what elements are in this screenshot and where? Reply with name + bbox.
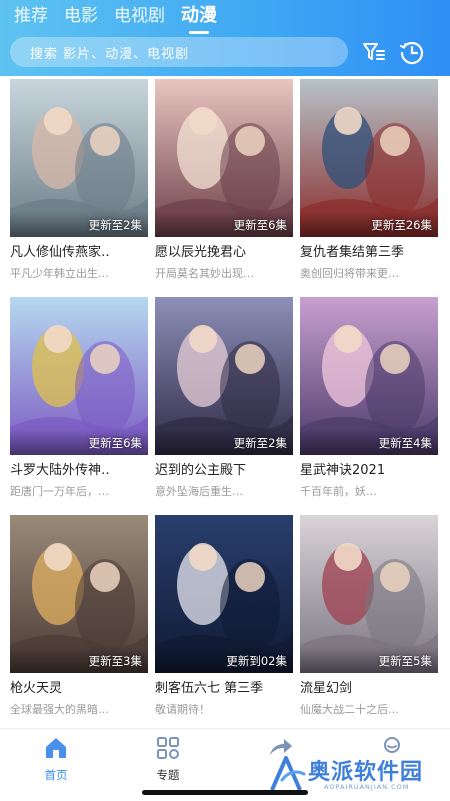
nav-topics[interactable]: 专题 xyxy=(133,735,203,783)
anime-description: 千百年前，妖… xyxy=(300,485,377,498)
anime-card[interactable]: 更新至6集愿以辰光挽君心开局莫名其妙出现… xyxy=(155,79,293,281)
anime-description: 仙魔大战二十之后… xyxy=(300,703,399,716)
anime-poster[interactable]: 更新至6集 xyxy=(10,297,148,455)
episode-badge: 更新至6集 xyxy=(233,218,287,232)
anime-card[interactable]: 更新至26集复仇者集结第三季奥创回归将带来更… xyxy=(300,79,438,281)
anime-title[interactable]: 枪火天灵 xyxy=(10,680,148,697)
anime-card[interactable]: 更新至6集斗罗大陆外传神‥ 距唐门一万年后，… xyxy=(10,297,148,499)
anime-poster[interactable]: 更新至5集 xyxy=(300,515,438,673)
anime-poster[interactable]: 更新至2集 xyxy=(155,297,293,455)
anime-poster[interactable]: 更新到02集 xyxy=(155,515,293,673)
anime-description: 敬请期待！ xyxy=(155,703,210,716)
anime-title[interactable]: 星武神诀2021 xyxy=(300,462,438,479)
anime-description: 平凡少年韩立出生… xyxy=(10,267,109,280)
anime-card[interactable]: 更新到02集刺客伍六七 第三季敬请期待！ xyxy=(155,515,293,717)
episode-badge: 更新至2集 xyxy=(233,436,287,450)
anime-description: 全球最强大的黑暗… xyxy=(10,703,109,716)
watermark-logo-icon xyxy=(270,756,306,791)
nav-home-label: 首页 xyxy=(44,768,68,782)
tab-tv-series[interactable]: 电视剧 xyxy=(114,3,165,31)
episode-badge: 更新至3集 xyxy=(88,654,142,668)
anime-card[interactable]: 更新至4集星武神诀2021 千百年前，妖… xyxy=(300,297,438,499)
anime-title[interactable]: 迟到的公主殿下 xyxy=(155,462,293,479)
tab-recommend[interactable]: 推荐 xyxy=(14,3,48,31)
episode-badge: 更新至5集 xyxy=(378,654,432,668)
search-input[interactable]: 搜索 影片、动漫、电视剧 xyxy=(10,37,348,67)
anime-description: 意外坠海后重生… xyxy=(155,485,243,498)
nav-home[interactable]: 首页 xyxy=(21,735,91,783)
watermark-text: 奥派软件园 xyxy=(308,760,424,785)
category-tabs: 推荐 电影 电视剧 动漫 xyxy=(14,3,217,34)
tab-anime[interactable]: 动漫 xyxy=(181,3,217,34)
episode-badge: 更新至2集 xyxy=(88,218,142,232)
tab-movies[interactable]: 电影 xyxy=(64,3,98,31)
episode-badge: 更新至6集 xyxy=(88,436,142,450)
filter-icon[interactable] xyxy=(360,38,388,66)
anime-description: 奥创回归将带来更… xyxy=(300,267,399,280)
search-placeholder: 搜索 影片、动漫、电视剧 xyxy=(30,46,190,62)
home-icon xyxy=(46,738,66,758)
anime-description: 距唐门一万年后，… xyxy=(10,485,109,498)
top-header: 推荐 电影 电视剧 动漫 搜索 影片、动漫、电视剧 xyxy=(0,0,450,76)
anime-title[interactable]: 愿以辰光挽君心 xyxy=(155,244,293,261)
anime-title[interactable]: 斗罗大陆外传神‥ xyxy=(10,462,148,479)
anime-title[interactable]: 刺客伍六七 第三季 xyxy=(155,680,293,697)
anime-poster[interactable]: 更新至6集 xyxy=(155,79,293,237)
episode-badge: 更新至4集 xyxy=(378,436,432,450)
anime-poster[interactable]: 更新至2集 xyxy=(10,79,148,237)
anime-card[interactable]: 更新至2集凡人修仙传燕家‥ 平凡少年韩立出生… xyxy=(10,79,148,281)
anime-poster[interactable]: 更新至3集 xyxy=(10,515,148,673)
anime-card[interactable]: 更新至5集流星幻剑仙魔大战二十之后… xyxy=(300,515,438,717)
anime-title[interactable]: 复仇者集结第三季 xyxy=(300,244,438,261)
anime-card[interactable]: 更新至2集迟到的公主殿下意外坠海后重生… xyxy=(155,297,293,499)
watermark-subtext: AOPAIRUANJIAN.COM xyxy=(324,783,410,791)
anime-poster[interactable]: 更新至4集 xyxy=(300,297,438,455)
nav-topics-label: 专题 xyxy=(156,768,180,782)
anime-title[interactable]: 凡人修仙传燕家‥ xyxy=(10,244,148,261)
history-clock-icon[interactable] xyxy=(398,38,426,66)
episode-badge: 更新到02集 xyxy=(226,654,287,668)
episode-badge: 更新至26集 xyxy=(371,218,432,232)
topics-grid-icon xyxy=(157,737,179,759)
anime-title[interactable]: 流星幻剑 xyxy=(300,680,438,697)
anime-poster[interactable]: 更新至26集 xyxy=(300,79,438,237)
anime-card[interactable]: 更新至3集枪火天灵全球最强大的黑暗… xyxy=(10,515,148,717)
home-indicator[interactable] xyxy=(142,790,308,795)
anime-description: 开局莫名其妙出现… xyxy=(155,267,254,280)
